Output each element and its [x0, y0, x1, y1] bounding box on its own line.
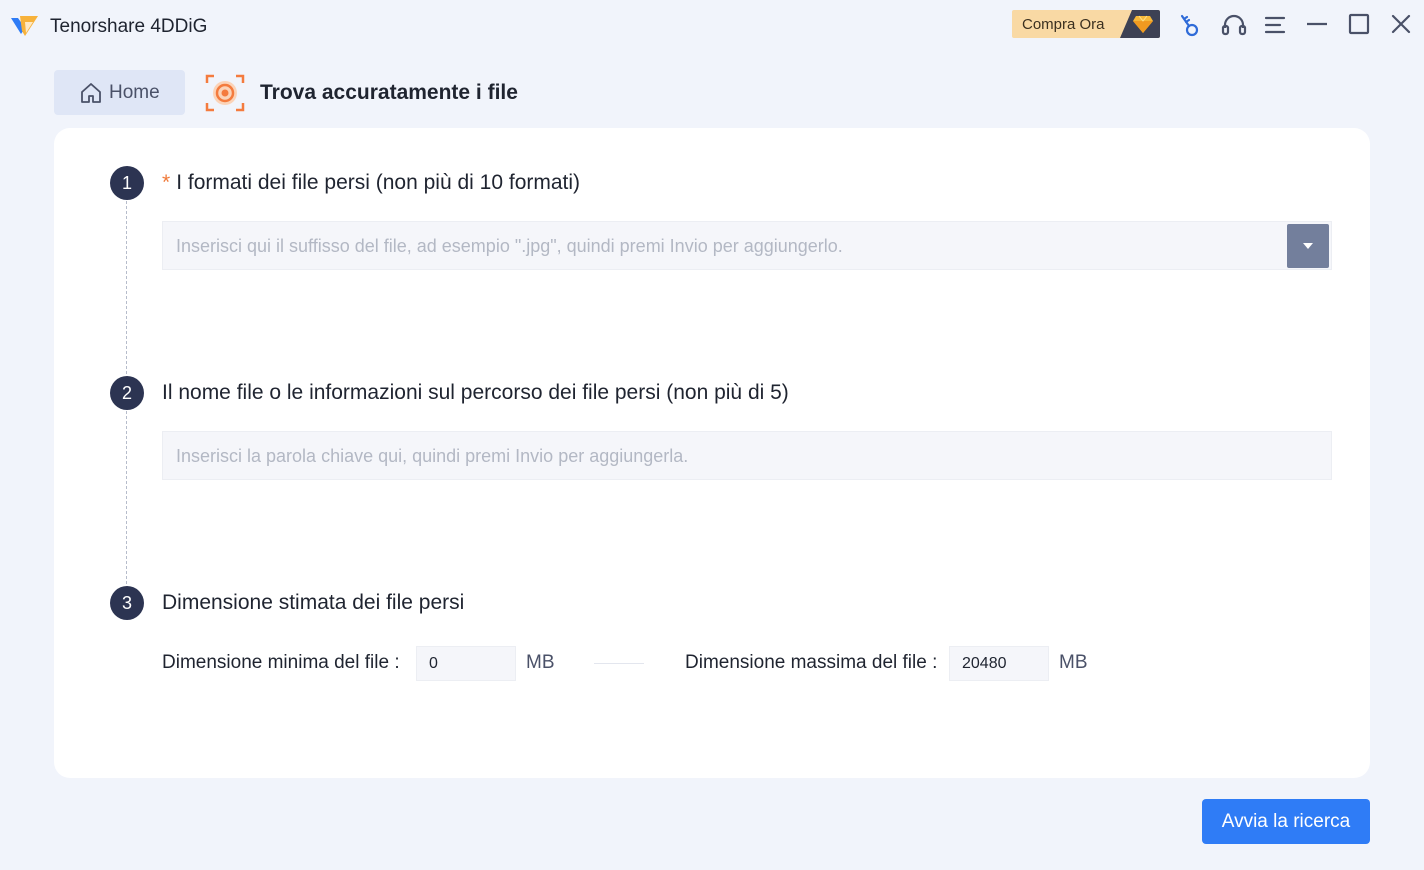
search-criteria-panel: 1 * I formati dei file persi (non più di … [54, 128, 1370, 778]
keyword-field [162, 431, 1332, 481]
title-bar: Tenorshare 4DDiG Compra Ora [0, 0, 1424, 52]
step-badge-1: 1 [110, 166, 144, 200]
step-badge-3: 3 [110, 586, 144, 620]
step-connector [126, 411, 127, 584]
caret-down-icon [1303, 243, 1313, 249]
step-title-filename: Il nome file o le informazioni sul perco… [162, 381, 789, 404]
step-title-formats: * I formati dei file persi (non più di 10… [162, 171, 580, 195]
max-size-label: Dimensione massima del file : [685, 652, 938, 673]
home-label: Home [109, 82, 160, 103]
keyword-input[interactable] [163, 432, 1278, 481]
step-title-size: Dimensione stimata dei file persi [162, 591, 465, 614]
key-icon[interactable] [1176, 12, 1202, 38]
min-size-unit: MB [526, 652, 555, 673]
app-title: Tenorshare 4DDiG [50, 16, 208, 37]
minimize-icon[interactable] [1304, 12, 1330, 38]
file-format-input[interactable] [163, 222, 1278, 271]
maximize-icon[interactable] [1346, 12, 1372, 38]
target-search-icon [205, 74, 245, 112]
file-format-field [162, 221, 1332, 271]
buy-now-button[interactable]: Compra Ora [1012, 10, 1160, 38]
min-size-input[interactable] [416, 646, 516, 681]
close-icon[interactable] [1388, 12, 1414, 38]
step-connector [126, 201, 127, 374]
min-size-label: Dimensione minima del file : [162, 652, 400, 673]
buy-now-label: Compra Ora [1022, 16, 1105, 33]
headset-icon[interactable] [1221, 12, 1247, 38]
page-title: Trova accuratamente i file [260, 81, 518, 104]
home-button[interactable]: Home [54, 70, 185, 115]
range-separator [594, 663, 644, 664]
menu-icon[interactable] [1263, 12, 1289, 38]
app-logo-icon [11, 16, 38, 36]
max-size-input[interactable] [949, 646, 1049, 681]
step-title-formats-label: I formati dei file persi (non più di 10 … [176, 171, 581, 194]
format-dropdown-button[interactable] [1287, 224, 1329, 268]
home-icon [81, 83, 101, 103]
diamond-icon [1120, 10, 1160, 38]
max-size-unit: MB [1059, 652, 1088, 673]
required-mark: * [162, 171, 171, 194]
step-badge-2: 2 [110, 376, 144, 410]
start-search-button[interactable]: Avvia la ricerca [1202, 799, 1370, 844]
